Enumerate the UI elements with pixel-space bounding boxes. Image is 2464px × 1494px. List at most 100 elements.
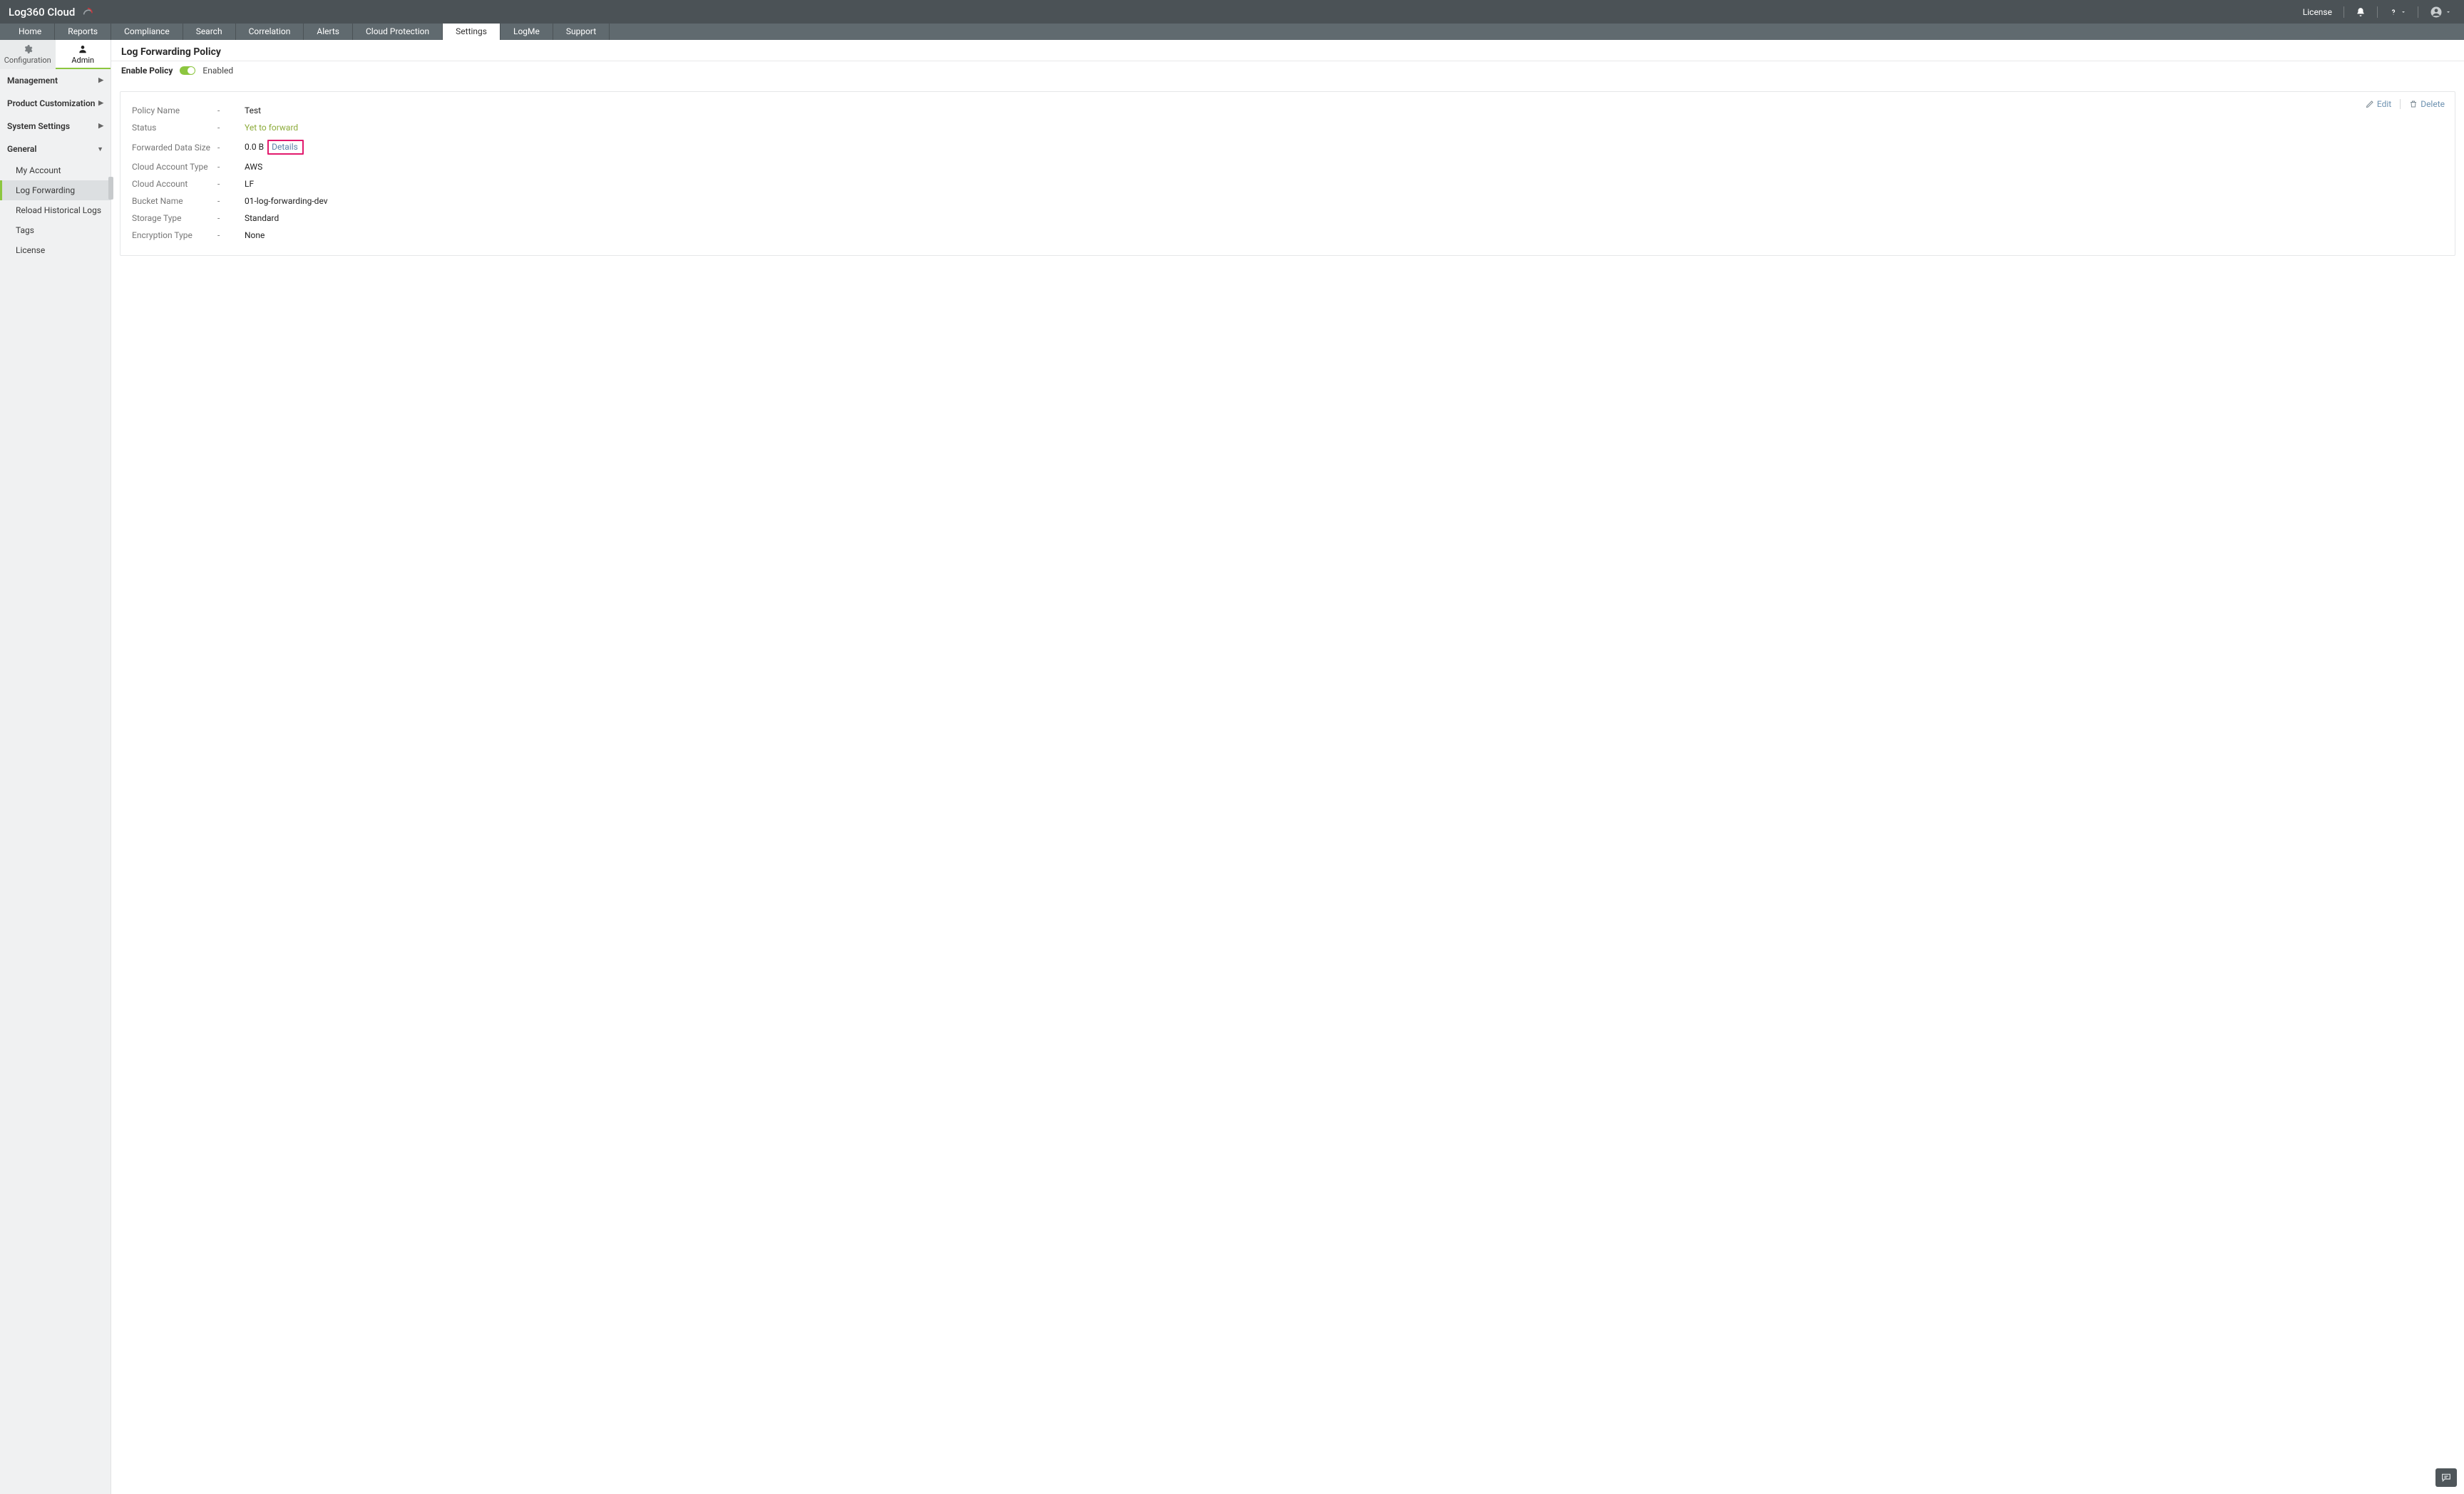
kv-dash: - (217, 179, 245, 189)
license-label: License (2303, 7, 2332, 17)
details-highlight: Details (267, 140, 304, 155)
sidebar-section-general[interactable]: General ▼ (0, 138, 111, 160)
kv-cloud-account-type: Cloud Account Type - AWS (132, 158, 2443, 175)
sidebar-item-log-forwarding[interactable]: Log Forwarding (0, 180, 111, 200)
kv-label: Cloud Account Type (132, 162, 217, 172)
kv-dash: - (217, 105, 245, 115)
kv-bucket-name: Bucket Name - 01-log-forwarding-dev (132, 192, 2443, 210)
nav-correlation[interactable]: Correlation (236, 24, 304, 40)
topbar-right: License (2299, 6, 2455, 19)
sidebar-item-my-account[interactable]: My Account (0, 160, 111, 180)
pencil-icon (2366, 100, 2374, 108)
chevron-right-icon: ▶ (98, 100, 103, 107)
delete-label: Delete (2421, 99, 2445, 109)
enable-policy-toggle[interactable] (180, 66, 195, 75)
topbar: Log360 Cloud License (0, 0, 2464, 24)
sidebar-item-tags[interactable]: Tags (0, 220, 111, 240)
chevron-down-icon (2445, 9, 2451, 15)
bell-icon[interactable] (2351, 7, 2370, 17)
separator (2377, 6, 2378, 18)
kv-value: None (245, 230, 265, 240)
page-title: Log Forwarding Policy (121, 46, 2454, 58)
sidebar-item-reload-historical-logs[interactable]: Reload Historical Logs (0, 200, 111, 220)
kv-value: Standard (245, 213, 279, 223)
sidebar-section-label: Product Customization (7, 98, 95, 108)
sidebar-section-label: Management (7, 76, 58, 86)
main-content: Log Forwarding Policy Enable Policy Enab… (111, 40, 2464, 1494)
question-icon (2389, 7, 2398, 17)
page-header: Log Forwarding Policy (111, 40, 2464, 61)
kv-dash: - (217, 143, 245, 153)
left-column: Configuration Admin Management ▶ Product… (0, 40, 111, 1494)
subtab-admin[interactable]: Admin (56, 40, 111, 69)
sidebar-section-system-settings[interactable]: System Settings ▶ (0, 115, 111, 138)
user-icon (77, 44, 88, 54)
enable-policy-state: Enabled (202, 66, 233, 76)
nav-home[interactable]: Home (6, 24, 55, 40)
kv-label: Storage Type (132, 213, 217, 223)
policy-card-actions: Edit Delete (2366, 99, 2445, 109)
help-menu[interactable] (2385, 7, 2411, 17)
sidebar-section-label: System Settings (7, 121, 70, 131)
chat-icon (2440, 1472, 2453, 1483)
settings-subtabs: Configuration Admin (0, 40, 111, 69)
kv-value: LF (245, 179, 254, 189)
workspace: Configuration Admin Management ▶ Product… (0, 40, 2464, 1494)
kv-label: Forwarded Data Size (132, 143, 217, 153)
kv-label: Policy Name (132, 105, 217, 115)
kv-forwarded-data-size: Forwarded Data Size - 0.0 B Details (132, 136, 2443, 158)
kv-dash: - (217, 196, 245, 206)
chevron-down-icon (2401, 9, 2406, 15)
nav-logme[interactable]: LogMe (500, 24, 553, 40)
kv-dash: - (217, 123, 245, 133)
kv-value: 01-log-forwarding-dev (245, 196, 328, 206)
trash-icon (2409, 100, 2418, 108)
subtab-configuration-label: Configuration (4, 56, 51, 65)
nav-support[interactable]: Support (553, 24, 610, 40)
delete-button[interactable]: Delete (2409, 99, 2445, 109)
gear-icon (22, 44, 34, 54)
kv-value: 0.0 B (245, 142, 264, 152)
chat-fab[interactable] (2435, 1468, 2457, 1487)
license-link[interactable]: License (2299, 7, 2336, 17)
nav-reports[interactable]: Reports (55, 24, 111, 40)
nav-search[interactable]: Search (183, 24, 236, 40)
kv-dash: - (217, 213, 245, 223)
account-menu[interactable] (2426, 6, 2455, 19)
edit-button[interactable]: Edit (2366, 99, 2391, 109)
subtab-admin-label: Admin (71, 56, 94, 65)
nav-cloud-protection[interactable]: Cloud Protection (353, 24, 443, 40)
brand: Log360 Cloud (6, 6, 93, 19)
policy-card: Edit Delete Policy Name - Test Status - … (120, 91, 2455, 256)
toggle-knob (188, 67, 195, 74)
kv-label: Cloud Account (132, 179, 217, 189)
main-nav: Home Reports Compliance Search Correlati… (0, 24, 2464, 40)
kv-value: Yet to forward (245, 123, 298, 133)
brand-swirl-icon (82, 6, 93, 18)
kv-label: Status (132, 123, 217, 133)
sidebar-section-label: General (7, 144, 36, 154)
sidebar-section-management[interactable]: Management ▶ (0, 69, 111, 92)
kv-label: Encryption Type (132, 230, 217, 240)
edit-label: Edit (2377, 99, 2391, 109)
sidebar-item-license[interactable]: License (0, 240, 111, 260)
separator (2400, 99, 2401, 109)
kv-storage-type: Storage Type - Standard (132, 210, 2443, 227)
kv-status: Status - Yet to forward (132, 119, 2443, 136)
chevron-right-icon: ▶ (98, 77, 103, 84)
enable-policy-row: Enable Policy Enabled (111, 61, 2464, 83)
forwarded-details-link[interactable]: Details (272, 142, 298, 152)
sidebar-section-product-customization[interactable]: Product Customization ▶ (0, 92, 111, 115)
sidebar: Management ▶ Product Customization ▶ Sys… (0, 69, 111, 260)
kv-cloud-account: Cloud Account - LF (132, 175, 2443, 192)
nav-settings[interactable]: Settings (443, 24, 500, 40)
nav-alerts[interactable]: Alerts (304, 24, 353, 40)
chevron-down-icon: ▼ (97, 145, 103, 153)
kv-value: Test (245, 105, 261, 115)
subtab-configuration[interactable]: Configuration (0, 40, 56, 69)
kv-dash: - (217, 162, 245, 172)
brand-name: Log360 Cloud (9, 6, 75, 19)
nav-compliance[interactable]: Compliance (111, 24, 183, 40)
kv-value: AWS (245, 162, 262, 172)
enable-policy-label: Enable Policy (121, 66, 173, 76)
